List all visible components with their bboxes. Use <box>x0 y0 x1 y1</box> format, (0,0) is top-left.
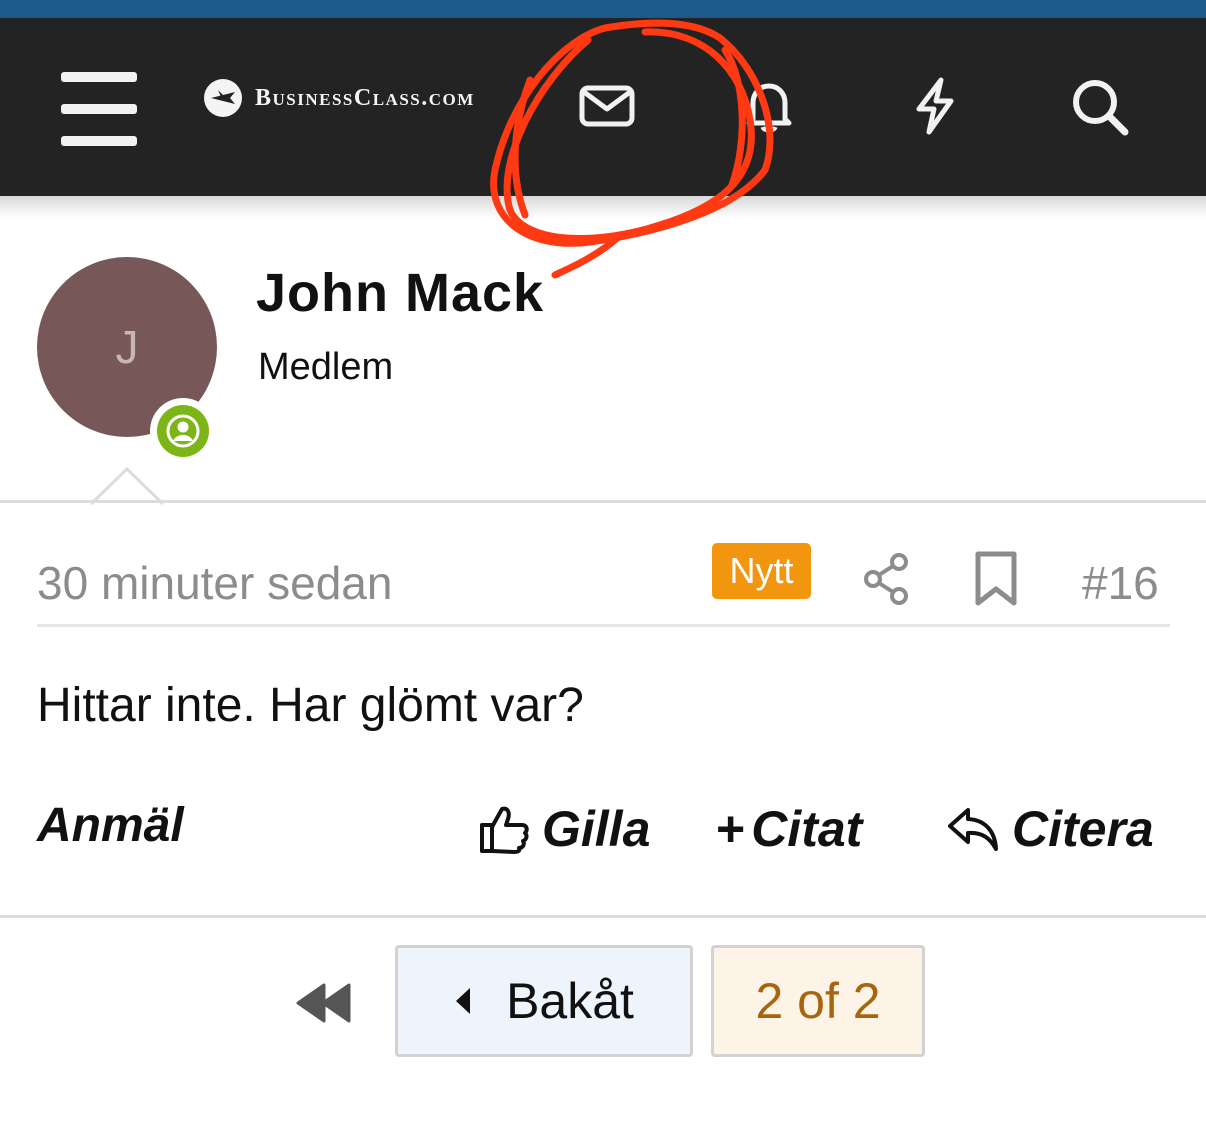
plane-logo-icon <box>204 79 242 117</box>
menu-bar <box>61 72 137 82</box>
top-accent-strip <box>0 0 1206 18</box>
avatar-initial: J <box>115 321 139 373</box>
menu-bar <box>61 136 137 146</box>
lightning-icon[interactable] <box>910 76 960 136</box>
user-icon <box>157 405 209 457</box>
post-number[interactable]: #16 <box>1082 556 1159 610</box>
like-button[interactable]: Gilla <box>478 800 650 858</box>
navbar-shadow <box>0 196 1206 218</box>
logo-text: BusinessClass.com <box>255 84 475 111</box>
reply-arrow-icon <box>948 808 998 851</box>
site-logo[interactable]: BusinessClass.com <box>203 78 533 118</box>
back-label: Bakåt <box>506 973 634 1029</box>
post-message: Hittar inte. Har glömt var? <box>37 679 584 732</box>
share-icon[interactable] <box>860 550 914 608</box>
online-status-badge <box>150 398 216 464</box>
search-icon[interactable] <box>1068 76 1132 138</box>
back-button[interactable]: Bakåt <box>395 945 693 1057</box>
new-badge: Nytt <box>712 543 811 599</box>
thumbs-up-icon <box>480 806 529 854</box>
first-page-icon[interactable] <box>294 983 352 1023</box>
author-name[interactable]: John Mack <box>256 262 544 324</box>
post-timestamp[interactable]: 30 minuter sedan <box>37 556 392 610</box>
multiquote-button[interactable]: + Citat <box>716 800 862 858</box>
bookmark-icon[interactable] <box>972 551 1020 607</box>
report-label: Anmäl <box>37 799 184 852</box>
divider <box>37 624 1170 627</box>
author-title: Medlem <box>258 346 394 388</box>
bell-icon[interactable] <box>738 78 800 134</box>
menu-icon[interactable] <box>56 72 142 146</box>
divider <box>0 915 1206 918</box>
caret-left-icon <box>456 988 471 1014</box>
envelope-icon[interactable] <box>576 80 638 132</box>
like-label: Gilla <box>542 801 651 857</box>
menu-bar <box>61 104 137 114</box>
page-indicator[interactable]: 2 of 2 <box>711 945 925 1057</box>
divider <box>0 500 1206 503</box>
plus-icon: + <box>716 801 746 857</box>
report-button[interactable]: Anmäl <box>37 798 184 853</box>
reply-button[interactable]: Citera <box>946 800 1154 858</box>
multiquote-label: Citat <box>751 801 863 857</box>
reply-label: Citera <box>1012 801 1154 857</box>
